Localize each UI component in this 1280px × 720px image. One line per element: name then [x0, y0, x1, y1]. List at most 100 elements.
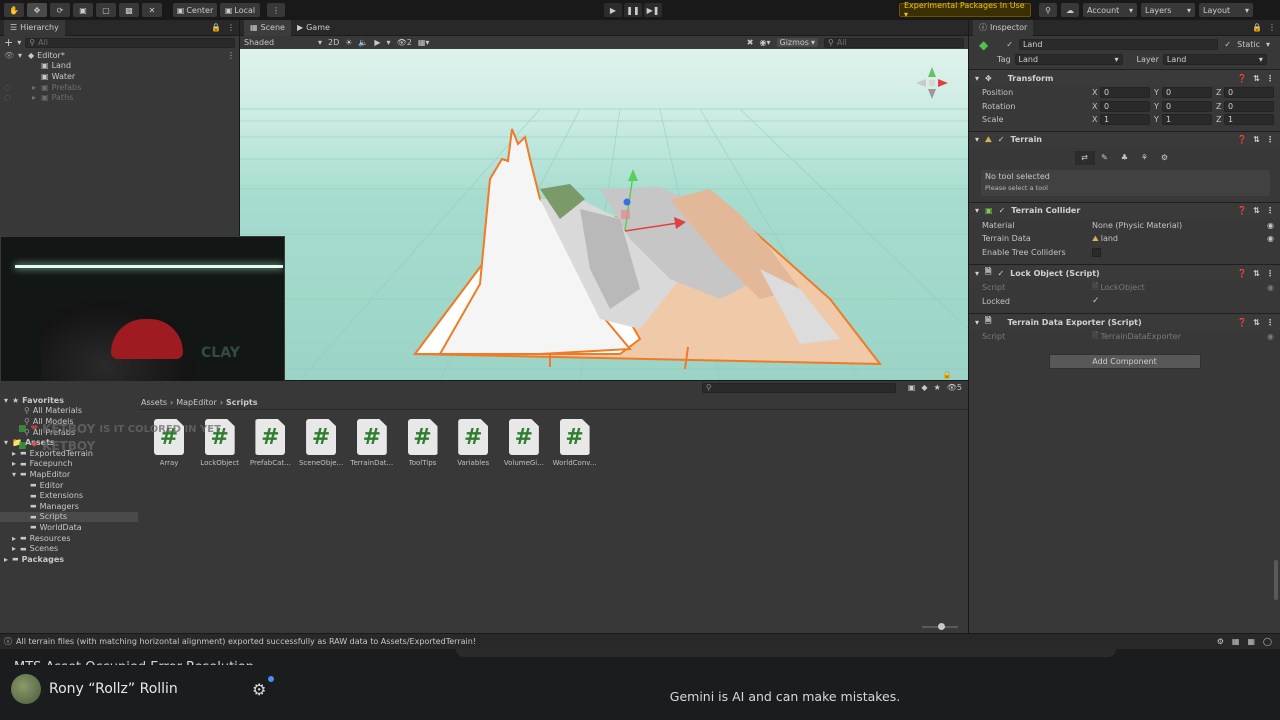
terrain-component-header[interactable]: ▾ ⛰ ✓ Terrain ❓ ⇅ ⋮: [969, 130, 1280, 148]
tab-inspector[interactable]: ⓘ Inspector: [973, 19, 1034, 36]
kebab-menu-icon[interactable]: ⋮: [1266, 206, 1274, 215]
project-search-input[interactable]: ⚲: [701, 382, 896, 393]
chevron-right-icon[interactable]: ▸: [4, 555, 12, 564]
layers-dropdown[interactable]: Layers ▾: [1141, 3, 1195, 17]
active-checkbox[interactable]: ✓: [1006, 40, 1013, 49]
chevron-right-icon[interactable]: ▾: [12, 470, 20, 479]
rect-tool-button[interactable]: ▢: [96, 3, 116, 17]
lighting-icon[interactable]: ☀: [345, 38, 352, 47]
script-asset[interactable]: # Variables: [450, 419, 496, 467]
layout-dropdown[interactable]: Layout ▾: [1199, 3, 1253, 17]
preset-icon[interactable]: ⇅: [1253, 318, 1260, 327]
tab-hierarchy[interactable]: ☰ Hierarchy: [4, 19, 65, 36]
help-icon[interactable]: ❓: [1237, 135, 1247, 144]
bug-icon[interactable]: ⚙: [1217, 637, 1224, 646]
kebab-menu-icon[interactable]: ⋮: [227, 23, 235, 32]
script-asset[interactable]: # SceneObje...: [298, 419, 344, 467]
folder-item[interactable]: ▬ Scripts: [0, 511, 138, 523]
help-icon[interactable]: ❓: [1237, 269, 1247, 278]
position-y-field[interactable]: 0: [1162, 87, 1212, 99]
chevron-down-icon[interactable]: ▾: [1266, 40, 1270, 49]
chevron-right-icon[interactable]: ▸: [12, 544, 20, 553]
folder-item[interactable]: ▸ ▬ Packages: [0, 554, 138, 565]
scale-tool-button[interactable]: ▣: [73, 3, 93, 17]
folder-item[interactable]: ▬ Extensions: [0, 490, 138, 501]
effects-icon[interactable]: ▶: [374, 38, 380, 47]
scene-orientation-gizmo[interactable]: [912, 61, 952, 105]
rotation-z-field[interactable]: 0: [1224, 100, 1274, 112]
hidden-objects-icon[interactable]: ▾: [387, 38, 391, 47]
static-checkbox[interactable]: ✓: [1224, 40, 1231, 49]
custom-tool-button[interactable]: ✕: [142, 3, 162, 17]
chevron-right-icon[interactable]: ▸: [12, 534, 20, 543]
script-asset[interactable]: # TerrainDat...: [349, 419, 395, 467]
hidden-icon[interactable]: ◌: [4, 93, 11, 102]
hierarchy-item[interactable]: ▣ Land: [0, 61, 239, 72]
material-field[interactable]: None (Physic Material): [1092, 221, 1267, 230]
script-asset[interactable]: # VolumeGi...: [501, 419, 547, 467]
kebab-menu-icon[interactable]: ⋮: [1266, 74, 1274, 83]
grid-icon[interactable]: ▦▾: [418, 38, 430, 47]
kebab-menu-icon[interactable]: ⋮: [227, 51, 235, 60]
object-picker-icon[interactable]: ◉: [1267, 221, 1274, 230]
breadcrumb-item[interactable]: Assets: [141, 398, 167, 407]
pivot-local-button[interactable]: ▣ Local: [220, 3, 260, 17]
kebab-menu-icon[interactable]: ⋮: [1266, 318, 1274, 327]
terrain-collider-header[interactable]: ▾ ▣ ✓ Terrain Collider ❓ ⇅ ⋮: [969, 201, 1280, 219]
favorite-item[interactable]: ⚲ All Materials: [0, 406, 138, 417]
inspector-scrollbar[interactable]: [1274, 560, 1278, 600]
chevron-right-icon[interactable]: ▸: [32, 83, 41, 92]
folder-item[interactable]: ▸ ▬ Scenes: [0, 543, 138, 554]
move-tool-button[interactable]: ✥: [27, 3, 47, 17]
lock-icon[interactable]: 🔒: [942, 370, 952, 379]
chevron-right-icon[interactable]: ▸: [32, 93, 41, 102]
scale-y-field[interactable]: 1: [1162, 114, 1212, 126]
scale-x-field[interactable]: 1: [1100, 114, 1150, 126]
transform-component-header[interactable]: ▾ ✥ Transform ❓ ⇅ ⋮: [969, 69, 1280, 86]
type-filter-icon[interactable]: ★: [934, 383, 941, 392]
experimental-packages-button[interactable]: Experimental Packages In Use ▾: [899, 1, 1031, 19]
help-icon[interactable]: ❓: [1237, 206, 1247, 215]
preset-icon[interactable]: ⇅: [1253, 206, 1260, 215]
object-picker-icon[interactable]: ◉: [1267, 234, 1274, 243]
search-button[interactable]: ⚲: [1039, 3, 1057, 17]
folder-item[interactable]: ▬ Editor: [0, 480, 138, 491]
toggle-2d-button[interactable]: 2D: [328, 38, 339, 47]
asset-size-slider[interactable]: [922, 623, 958, 630]
preset-icon[interactable]: ⇅: [1253, 135, 1260, 144]
tools-icon[interactable]: ✖: [747, 38, 754, 47]
folder-item[interactable]: ▾ ▬ MapEditor: [0, 469, 138, 480]
tag-dropdown[interactable]: Land ▾: [1014, 54, 1123, 65]
enabled-checkbox[interactable]: ✓: [998, 135, 1005, 144]
scale-z-field[interactable]: 1: [1224, 114, 1274, 126]
cloud-icon[interactable]: ☁: [1061, 3, 1079, 17]
script-asset[interactable]: # PrefabCat...: [247, 419, 293, 467]
account-dropdown[interactable]: Account ▾: [1083, 3, 1137, 17]
kebab-menu-icon[interactable]: ⋮: [1268, 23, 1276, 32]
folder-item[interactable]: ▬ WorldData: [0, 522, 138, 533]
terrain-exporter-header[interactable]: ▾ 🗎 Terrain Data Exporter (Script) ❓ ⇅ ⋮: [969, 313, 1280, 330]
position-z-field[interactable]: 0: [1224, 87, 1274, 99]
scene-viewport[interactable]: [240, 49, 968, 380]
shading-mode-dropdown[interactable]: Shaded ▾: [244, 38, 322, 47]
transform-tool-button[interactable]: ▩: [119, 3, 139, 17]
slider-handle[interactable]: [938, 623, 945, 630]
object-name-field[interactable]: Land: [1018, 39, 1219, 50]
play-button[interactable]: ▶: [604, 3, 622, 17]
hidden-icon[interactable]: ◌: [4, 83, 11, 92]
chevron-down-icon[interactable]: ▾: [17, 38, 21, 47]
grid-snap-button[interactable]: ⋮: [267, 3, 285, 17]
breadcrumb-item[interactable]: MapEditor: [176, 398, 217, 407]
scene-search-input[interactable]: ⚲ All: [824, 37, 964, 48]
tab-scene[interactable]: ▦ Scene: [244, 19, 291, 36]
terrain-settings-icon[interactable]: ⚙: [1154, 150, 1175, 165]
hierarchy-search-input[interactable]: ⚲ All: [25, 37, 235, 48]
help-icon[interactable]: ❓: [1237, 74, 1247, 83]
paint-details-icon[interactable]: ⚘: [1134, 150, 1155, 165]
breadcrumb-item[interactable]: Scripts: [226, 398, 258, 407]
chevron-down-icon[interactable]: ▾: [18, 51, 28, 60]
tab-game[interactable]: ▶ Game: [291, 20, 336, 36]
rotation-x-field[interactable]: 0: [1100, 100, 1150, 112]
pause-button[interactable]: ❚❚: [624, 3, 642, 17]
add-icon[interactable]: +: [4, 36, 13, 49]
